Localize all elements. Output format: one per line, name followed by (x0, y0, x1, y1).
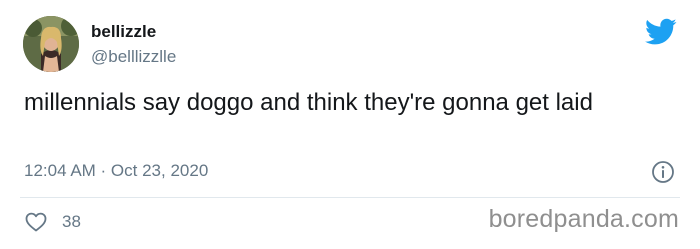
watermark: boredpanda.com (488, 205, 679, 233)
like-button[interactable]: 38 (24, 209, 81, 235)
divider (20, 197, 680, 198)
tweet-timestamp[interactable]: 12:04 AM · Oct 23, 2020 (24, 161, 208, 181)
tweet-card: bellizzle @belllizzlle millennials say d… (0, 0, 700, 249)
avatar[interactable] (23, 16, 79, 72)
heart-outline-icon[interactable] (24, 210, 48, 234)
profile-photo (23, 16, 79, 72)
handle[interactable]: @belllizzlle (91, 47, 176, 67)
tweet-text: millennials say doggo and think they're … (24, 89, 593, 116)
display-name[interactable]: bellizzle (91, 22, 156, 42)
like-count: 38 (62, 212, 81, 231)
info-circle-icon[interactable] (651, 160, 675, 184)
twitter-bird-icon[interactable] (645, 18, 677, 46)
